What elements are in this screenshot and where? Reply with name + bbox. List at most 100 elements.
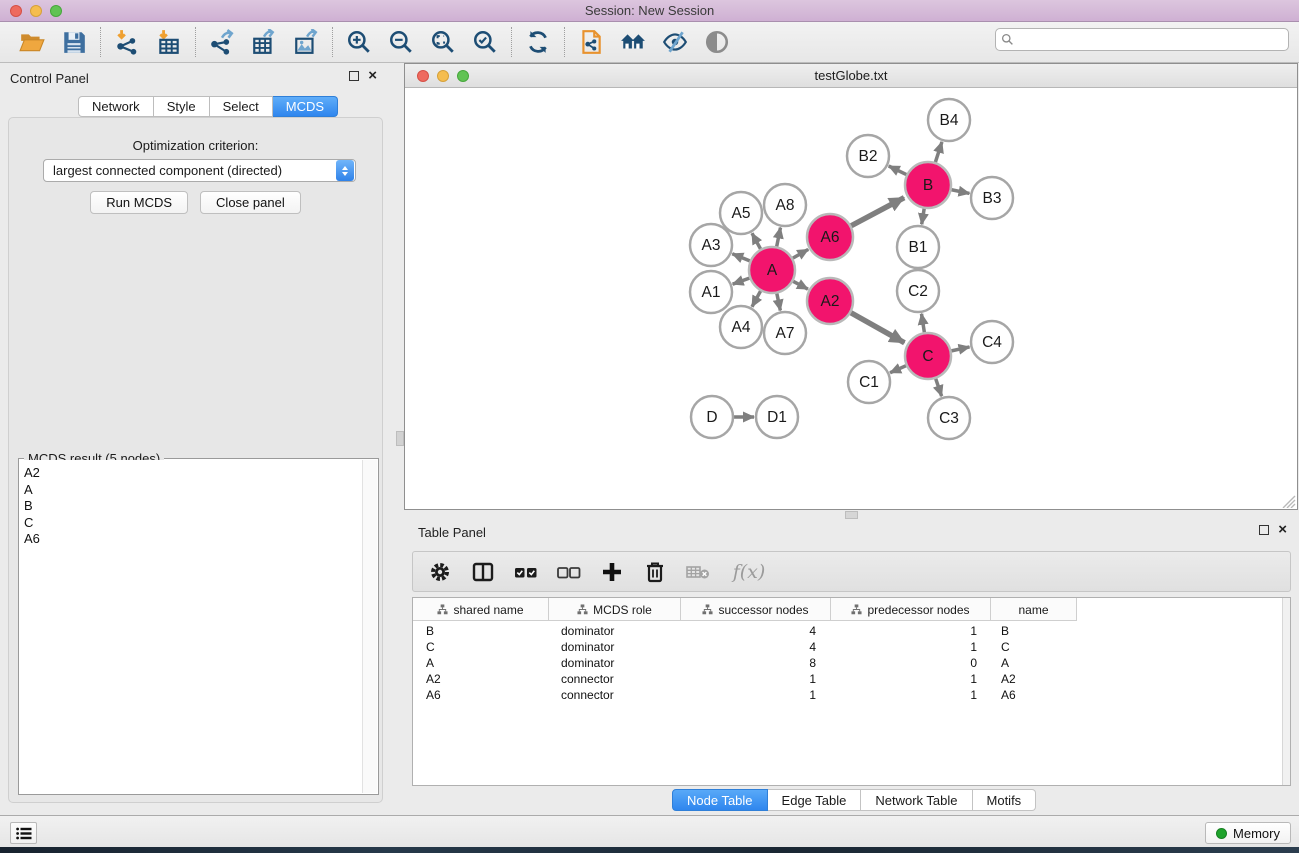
delete-columns-button[interactable] xyxy=(641,557,669,587)
table-row[interactable]: Cdominator41C xyxy=(413,639,1290,655)
table-row[interactable]: Adominator80A xyxy=(413,655,1290,671)
zoom-in-button[interactable] xyxy=(343,26,375,58)
graph-edge-A-A7[interactable] xyxy=(777,294,781,311)
export-table-button[interactable] xyxy=(248,26,280,58)
graph-node-C2[interactable]: C2 xyxy=(897,270,939,312)
column-header-name[interactable]: name xyxy=(991,598,1077,621)
column-header-successor-nodes[interactable]: successor nodes xyxy=(681,598,831,621)
graph-edge-B-B1[interactable] xyxy=(922,209,925,225)
memory-button[interactable]: Memory xyxy=(1205,822,1291,844)
graph-edge-A2-C[interactable] xyxy=(851,313,905,343)
float-table-panel-icon[interactable] xyxy=(1259,525,1269,535)
float-panel-icon[interactable] xyxy=(349,71,359,81)
table-row[interactable]: A6connector11A6 xyxy=(413,687,1290,703)
export-image-button[interactable] xyxy=(290,26,322,58)
unselect-all-columns-button[interactable] xyxy=(555,557,583,587)
close-panel-button[interactable]: Close panel xyxy=(200,191,301,214)
graph-edge-A-A5[interactable] xyxy=(752,233,761,249)
mcds-result-item[interactable]: C xyxy=(24,515,362,532)
column-header-predecessor-nodes[interactable]: predecessor nodes xyxy=(831,598,991,621)
graph-node-B2[interactable]: B2 xyxy=(847,135,889,177)
panel-divider-handle[interactable] xyxy=(396,431,404,446)
network-canvas[interactable]: AA1A2A3A4A5A6A7A8BB1B2B3B4CC1C2C3C4DD1 xyxy=(405,88,1297,509)
network-zoom-button[interactable] xyxy=(457,70,469,82)
horizontal-divider-handle[interactable] xyxy=(845,511,858,519)
graph-edge-A-A3[interactable] xyxy=(732,254,750,261)
graph-node-A[interactable]: A xyxy=(749,247,795,293)
network-minimize-button[interactable] xyxy=(437,70,449,82)
show-all-button[interactable] xyxy=(701,26,733,58)
graph-node-A2[interactable]: A2 xyxy=(807,278,853,324)
tab-node-table[interactable]: Node Table xyxy=(672,789,768,811)
mcds-result-scrollbar[interactable] xyxy=(362,460,377,793)
column-header-mcds-role[interactable]: MCDS role xyxy=(549,598,681,621)
network-window-titlebar[interactable]: testGlobe.txt xyxy=(405,64,1297,88)
graph-node-A3[interactable]: A3 xyxy=(690,224,732,266)
apply-layout-button[interactable] xyxy=(522,26,554,58)
task-history-button[interactable] xyxy=(10,822,37,844)
table-row[interactable]: A2connector11A2 xyxy=(413,671,1290,687)
graph-edge-A-A4[interactable] xyxy=(752,291,761,307)
graph-node-C3[interactable]: C3 xyxy=(928,397,970,439)
search-field[interactable] xyxy=(995,28,1289,51)
zoom-fit-button[interactable] xyxy=(427,26,459,58)
resize-grip-icon[interactable] xyxy=(1281,495,1296,508)
close-panel-icon[interactable]: × xyxy=(368,71,377,81)
table-scrollbar[interactable] xyxy=(1282,598,1290,785)
graph-node-B1[interactable]: B1 xyxy=(897,226,939,268)
graph-node-B4[interactable]: B4 xyxy=(928,99,970,141)
graph-edge-C-C2[interactable] xyxy=(921,314,924,333)
network-close-button[interactable] xyxy=(417,70,429,82)
graph-node-B[interactable]: B xyxy=(905,162,951,208)
new-network-from-selection-button[interactable] xyxy=(575,26,607,58)
graph-node-A7[interactable]: A7 xyxy=(764,312,806,354)
tab-select[interactable]: Select xyxy=(210,96,273,117)
graph-edge-C-C1[interactable] xyxy=(890,366,906,373)
search-input[interactable] xyxy=(1014,30,1288,49)
zoom-window-button[interactable] xyxy=(50,5,62,17)
import-table-button[interactable] xyxy=(153,26,185,58)
graph-node-C1[interactable]: C1 xyxy=(848,361,890,403)
graph-node-D[interactable]: D xyxy=(691,396,733,438)
mcds-result-list[interactable]: A2ABCA6 xyxy=(20,460,362,793)
criterion-select[interactable]: largest connected component (directed) xyxy=(43,159,356,182)
select-all-columns-button[interactable] xyxy=(512,557,540,587)
split-panel-button[interactable] xyxy=(469,557,497,587)
graph-node-A4[interactable]: A4 xyxy=(720,306,762,348)
graph-node-B3[interactable]: B3 xyxy=(971,177,1013,219)
table-settings-button[interactable] xyxy=(426,557,454,587)
minimize-window-button[interactable] xyxy=(30,5,42,17)
table-row[interactable]: Bdominator41B xyxy=(413,623,1290,639)
graph-edge-A6-B[interactable] xyxy=(851,198,904,226)
tab-network-table[interactable]: Network Table xyxy=(861,789,972,811)
mcds-result-item[interactable]: A6 xyxy=(24,531,362,548)
graph-edge-A-A8[interactable] xyxy=(777,228,781,247)
mcds-result-item[interactable]: A2 xyxy=(24,465,362,482)
tab-edge-table[interactable]: Edge Table xyxy=(768,789,862,811)
add-column-button[interactable] xyxy=(598,557,626,587)
graph-node-C[interactable]: C xyxy=(905,333,951,379)
graph-edge-A-A2[interactable] xyxy=(793,281,808,289)
tab-network[interactable]: Network xyxy=(78,96,154,117)
close-window-button[interactable] xyxy=(10,5,22,17)
graph-edge-B-B3[interactable] xyxy=(952,190,970,194)
zoom-out-button[interactable] xyxy=(385,26,417,58)
open-session-button[interactable] xyxy=(16,26,48,58)
graph-node-A6[interactable]: A6 xyxy=(807,214,853,260)
graph-node-A5[interactable]: A5 xyxy=(720,192,762,234)
zoom-selected-button[interactable] xyxy=(469,26,501,58)
column-header-shared-name[interactable]: shared name xyxy=(413,598,549,621)
graph-edge-A-A1[interactable] xyxy=(733,278,750,284)
graph-node-C4[interactable]: C4 xyxy=(971,321,1013,363)
graph-node-D1[interactable]: D1 xyxy=(756,396,798,438)
export-network-button[interactable] xyxy=(206,26,238,58)
save-session-button[interactable] xyxy=(58,26,90,58)
hide-selected-button[interactable] xyxy=(659,26,691,58)
run-mcds-button[interactable]: Run MCDS xyxy=(90,191,188,214)
import-network-button[interactable] xyxy=(111,26,143,58)
graph-edge-C-C4[interactable] xyxy=(951,347,969,351)
graph-node-A8[interactable]: A8 xyxy=(764,184,806,226)
tab-motifs[interactable]: Motifs xyxy=(973,789,1037,811)
first-neighbors-button[interactable] xyxy=(617,26,649,58)
close-table-panel-icon[interactable]: × xyxy=(1278,525,1287,535)
